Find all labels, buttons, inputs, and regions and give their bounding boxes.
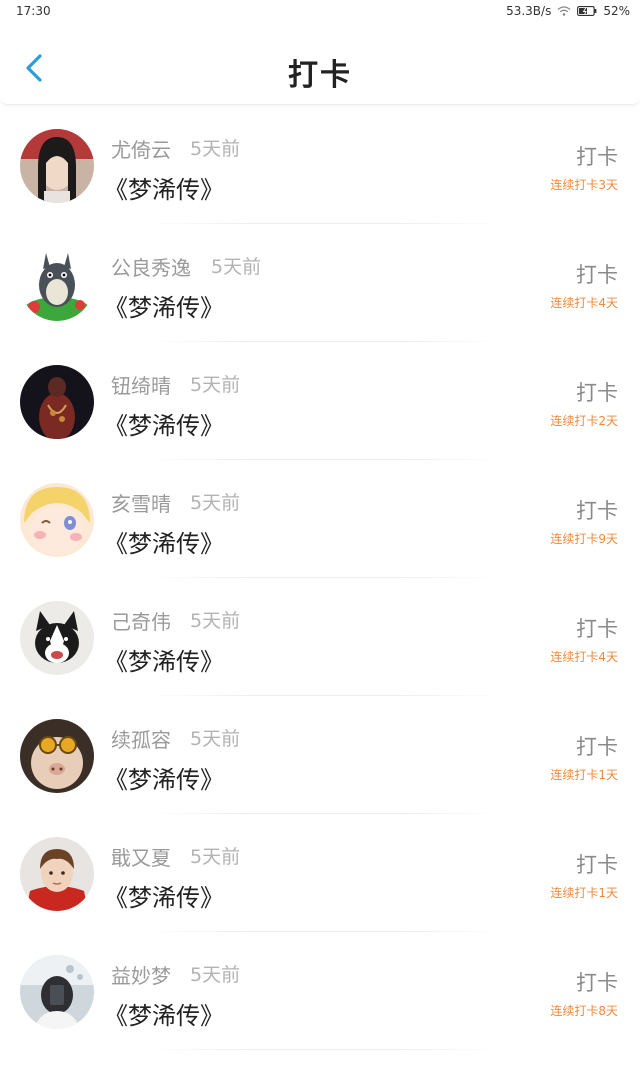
book-title: 《梦浠传》 bbox=[104, 1002, 224, 1030]
user-name: 钮绮晴 bbox=[111, 374, 171, 398]
checkin-button[interactable]: 打卡 bbox=[576, 613, 618, 643]
battery-icon bbox=[577, 6, 597, 16]
user-name: 戢又夏 bbox=[111, 846, 171, 870]
avatar[interactable] bbox=[20, 129, 94, 203]
time-ago: 5天前 bbox=[190, 374, 241, 396]
streak-label: 连续打卡8天 bbox=[550, 1004, 618, 1018]
time-ago: 5天前 bbox=[190, 610, 241, 632]
list-item[interactable]: 续孤容 5天前 《梦浠传》 打卡 连续打卡1天 bbox=[0, 696, 640, 814]
checkin-button[interactable]: 打卡 bbox=[576, 731, 618, 761]
avatar[interactable] bbox=[20, 365, 94, 439]
book-title: 《梦浠传》 bbox=[104, 176, 224, 204]
checkin-button[interactable]: 打卡 bbox=[576, 141, 618, 171]
book-title: 《梦浠传》 bbox=[104, 412, 224, 440]
user-name: 益妙梦 bbox=[111, 964, 171, 988]
checkin-button[interactable]: 打卡 bbox=[576, 849, 618, 879]
avatar[interactable] bbox=[20, 483, 94, 557]
streak-label: 连续打卡4天 bbox=[550, 650, 618, 664]
time-ago: 5天前 bbox=[190, 964, 241, 986]
checkin-button[interactable]: 打卡 bbox=[576, 377, 618, 407]
time-ago: 5天前 bbox=[190, 138, 241, 160]
book-title: 《梦浠传》 bbox=[104, 648, 224, 676]
user-name: 续孤容 bbox=[111, 728, 171, 752]
avatar[interactable] bbox=[20, 955, 94, 1029]
time-ago: 5天前 bbox=[190, 846, 241, 868]
list-item[interactable]: 公良秀逸 5天前 《梦浠传》 打卡 连续打卡4天 bbox=[0, 224, 640, 342]
checkin-button[interactable]: 打卡 bbox=[576, 495, 618, 525]
streak-label: 连续打卡1天 bbox=[550, 768, 618, 782]
avatar[interactable] bbox=[20, 719, 94, 793]
time-ago: 5天前 bbox=[190, 492, 241, 514]
streak-label: 连续打卡1天 bbox=[550, 886, 618, 900]
status-indicators: 53.3B/s 52% bbox=[506, 4, 630, 18]
checkin-button[interactable]: 打卡 bbox=[576, 259, 618, 289]
status-bar: 17:30 53.3B/s 52% bbox=[0, 0, 640, 22]
user-name: 己奇伟 bbox=[111, 610, 171, 634]
list-item[interactable]: 己奇伟 5天前 《梦浠传》 打卡 连续打卡4天 bbox=[0, 578, 640, 696]
divider bbox=[150, 1049, 500, 1050]
user-name: 公良秀逸 bbox=[111, 256, 191, 280]
status-time: 17:30 bbox=[16, 4, 51, 18]
list-item[interactable]: 尤倚云 5天前 《梦浠传》 打卡 连续打卡3天 bbox=[0, 106, 640, 224]
user-name: 亥雪晴 bbox=[111, 492, 171, 516]
time-ago: 5天前 bbox=[190, 728, 241, 750]
book-title: 《梦浠传》 bbox=[104, 294, 224, 322]
list-item[interactable]: 益妙梦 5天前 《梦浠传》 打卡 连续打卡8天 bbox=[0, 932, 640, 1050]
user-name: 尤倚云 bbox=[111, 138, 171, 162]
page-title: 打卡 bbox=[288, 58, 352, 93]
streak-label: 连续打卡4天 bbox=[550, 296, 618, 310]
checkin-list: 尤倚云 5天前 《梦浠传》 打卡 连续打卡3天 公良秀逸 5天前 《梦浠传》 打… bbox=[0, 106, 640, 1050]
list-item[interactable]: 钮绮晴 5天前 《梦浠传》 打卡 连续打卡2天 bbox=[0, 342, 640, 460]
book-title: 《梦浠传》 bbox=[104, 766, 224, 794]
streak-label: 连续打卡9天 bbox=[550, 532, 618, 546]
book-title: 《梦浠传》 bbox=[104, 530, 224, 558]
battery-level: 52% bbox=[603, 4, 630, 18]
book-title: 《梦浠传》 bbox=[104, 884, 224, 912]
avatar[interactable] bbox=[20, 601, 94, 675]
nav-header: 打卡 bbox=[0, 22, 640, 105]
network-speed: 53.3B/s bbox=[506, 4, 552, 18]
checkin-button[interactable]: 打卡 bbox=[576, 967, 618, 997]
list-item[interactable]: 亥雪晴 5天前 《梦浠传》 打卡 连续打卡9天 bbox=[0, 460, 640, 578]
time-ago: 5天前 bbox=[211, 256, 262, 278]
wifi-icon bbox=[557, 6, 571, 16]
avatar[interactable] bbox=[20, 837, 94, 911]
avatar[interactable] bbox=[20, 247, 94, 321]
streak-label: 连续打卡3天 bbox=[550, 178, 618, 192]
streak-label: 连续打卡2天 bbox=[550, 414, 618, 428]
list-item[interactable]: 戢又夏 5天前 《梦浠传》 打卡 连续打卡1天 bbox=[0, 814, 640, 932]
